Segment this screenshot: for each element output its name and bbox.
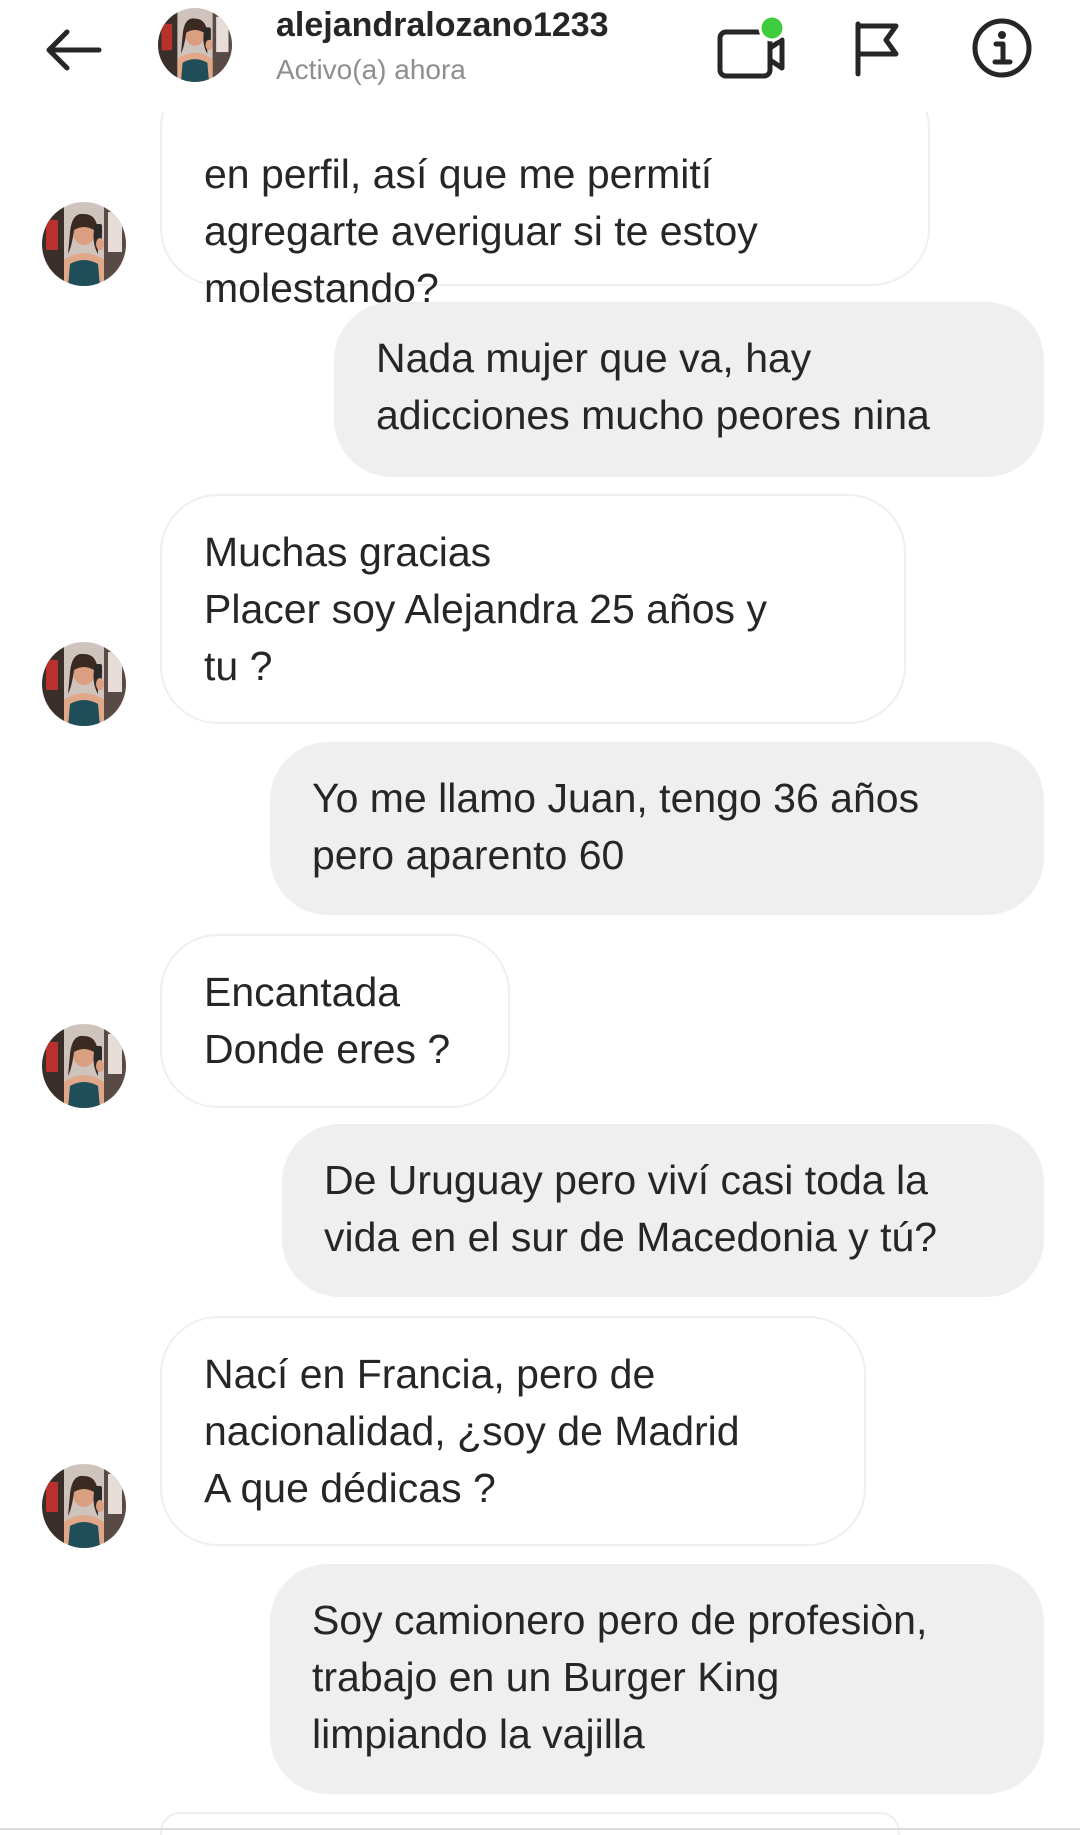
- video-call-icon: [717, 14, 786, 79]
- back-button[interactable]: [38, 20, 108, 80]
- message-bubble-outgoing[interactable]: Yo me llamo Juan, tengo 36 años pero apa…: [270, 742, 1044, 915]
- video-call-button[interactable]: [710, 8, 790, 88]
- sender-avatar[interactable]: [42, 202, 126, 286]
- info-icon: [972, 18, 1032, 78]
- report-flag-button[interactable]: [838, 8, 918, 88]
- message-bubble-incoming[interactable]: Muchas gracias Placer soy Alejandra 25 a…: [160, 494, 906, 724]
- message-bubble-incoming-partial[interactable]: [160, 1812, 900, 1835]
- sender-avatar[interactable]: [42, 1464, 126, 1548]
- active-status: Activo(a) ahora: [276, 54, 466, 85]
- flag-icon: [855, 21, 899, 77]
- message-bubble-outgoing[interactable]: Nada mujer que va, hay adicciones mucho …: [334, 302, 1044, 477]
- message-bubble-incoming[interactable]: Encantada Donde eres ?: [160, 934, 510, 1108]
- info-button[interactable]: [962, 8, 1042, 88]
- arrow-left-icon: [46, 29, 102, 71]
- header-avatar[interactable]: [158, 8, 232, 82]
- message-bubble-outgoing[interactable]: De Uruguay pero viví casi toda la vida e…: [282, 1124, 1044, 1297]
- sender-avatar[interactable]: [42, 1024, 126, 1108]
- message-bubble-incoming[interactable]: Nací en Francia, pero de nacionalidad, ¿…: [160, 1316, 866, 1546]
- message-bubble-outgoing[interactable]: Soy camionero pero de profesiòn, trabajo…: [270, 1564, 1044, 1794]
- composer-divider: [0, 1828, 1080, 1830]
- message-list[interactable]: en perfil, así que me permití agregarte …: [0, 0, 1080, 1835]
- chat-username[interactable]: alejandralozano1233: [276, 6, 609, 45]
- chat-header: alejandralozano1233 Activo(a) ahora: [0, 0, 1080, 112]
- sender-avatar[interactable]: [42, 642, 126, 726]
